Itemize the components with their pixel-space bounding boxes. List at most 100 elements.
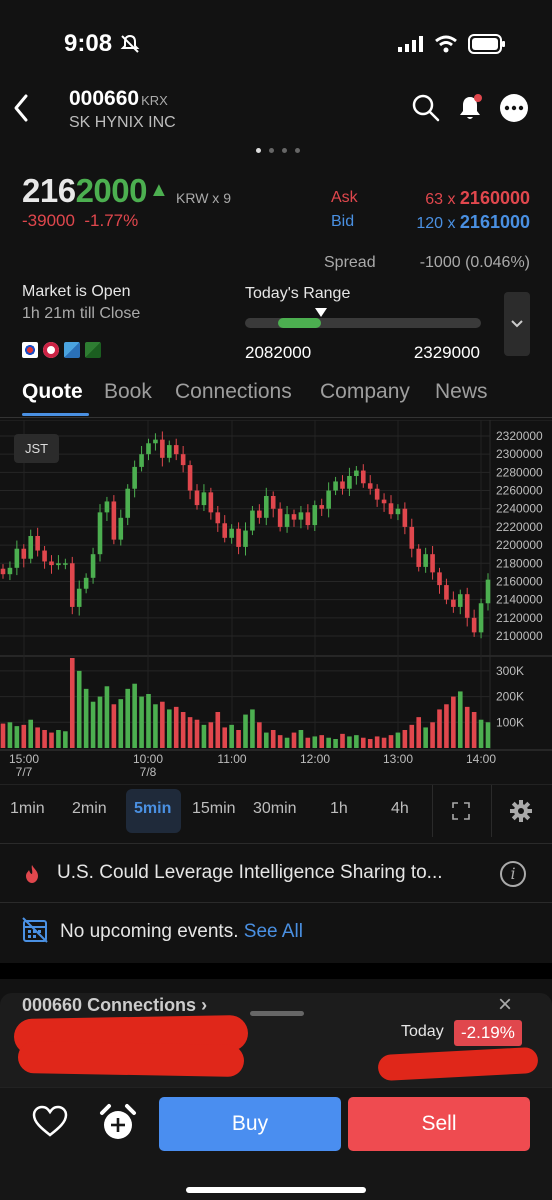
volume-bar (305, 737, 311, 748)
candle-body (28, 536, 34, 559)
timeframe-30min[interactable]: 30min (253, 800, 297, 818)
more-options-icon[interactable] (498, 92, 530, 124)
today-label: Today (401, 1023, 444, 1040)
tab-quote[interactable]: Quote (22, 380, 83, 404)
volume-bar (354, 735, 359, 748)
timeframe-2min[interactable]: 2min (72, 800, 107, 818)
volume-bar (132, 683, 137, 748)
flame-icon (26, 865, 38, 883)
volume-bar (180, 712, 186, 748)
info-icon[interactable]: i (500, 861, 526, 887)
gear-icon[interactable] (510, 800, 532, 822)
candle-body (485, 579, 491, 604)
news-headline-row[interactable]: U.S. Could Leverage Intelligence Sharing… (0, 843, 552, 903)
ask-label: Ask (331, 189, 358, 206)
volume-bar (257, 722, 262, 748)
back-icon[interactable] (8, 90, 38, 126)
sell-button[interactable]: Sell (348, 1097, 530, 1151)
candle-body (132, 466, 137, 489)
candle-body (298, 512, 304, 520)
alarm-add-icon[interactable] (98, 1103, 138, 1143)
candle-body (478, 603, 484, 633)
volume-bar (340, 733, 345, 748)
volume-bar (222, 727, 228, 748)
candle-body (326, 490, 331, 509)
bid-value: 120 x 2161000 (416, 212, 530, 232)
volume-bar (388, 735, 394, 748)
volume-bar (416, 717, 422, 748)
volume-bar (291, 732, 297, 748)
volume-tick-label: 300K (496, 664, 524, 678)
home-indicator (186, 1187, 366, 1193)
volume-bar (464, 706, 470, 748)
candle-body (430, 554, 435, 573)
tab-book[interactable]: Book (104, 380, 152, 404)
volume-bar (35, 727, 40, 748)
page-indicator[interactable] (256, 148, 300, 153)
candle-body (243, 530, 248, 547)
range-fill (278, 318, 321, 328)
redaction-mark (17, 1041, 245, 1077)
connections-sheet[interactable]: 000660 Connections › × Today -2.19% (0, 993, 552, 1087)
timeframe-1min[interactable]: 1min (10, 800, 45, 818)
candle-body (14, 548, 20, 568)
action-bar: Buy Sell (0, 1087, 552, 1200)
range-low: 2082000 (245, 343, 312, 362)
price-chart[interactable]: 2320000 2300000 2280000 2260000 2240000 22200… (0, 420, 552, 780)
notification-bell-icon[interactable] (454, 92, 486, 124)
candle-body (457, 594, 463, 607)
volume-bar (374, 736, 380, 748)
timeframe-4h[interactable]: 4h (391, 800, 409, 818)
volume-tick-label: 100K (496, 715, 524, 729)
today-change-badge: -2.19% (454, 1020, 522, 1046)
section-tabs: Quote Book Connections Company News (0, 372, 552, 418)
candle-body (423, 554, 428, 567)
buy-button[interactable]: Buy (159, 1097, 341, 1151)
volume-bar (125, 688, 131, 748)
volume-bar (284, 737, 290, 748)
tab-news[interactable]: News (435, 380, 488, 404)
volume-bar (118, 699, 124, 748)
company-name: SK HYNIX INC (69, 114, 176, 131)
news-headline[interactable]: U.S. Could Leverage Intelligence Sharing… (57, 862, 443, 884)
search-icon[interactable] (410, 92, 442, 124)
timeframe-1h[interactable]: 1h (330, 800, 348, 818)
expand-button[interactable] (504, 292, 530, 356)
signal-icon (398, 36, 423, 52)
time-tick-label: 12:00 (300, 752, 330, 766)
sheet-title[interactable]: 000660 Connections › (22, 995, 207, 1016)
candle-body (63, 563, 68, 565)
bell-slash-icon (120, 34, 140, 53)
active-tab-indicator (22, 413, 89, 416)
status-time: 9:08 (64, 30, 113, 57)
fullscreen-icon[interactable] (452, 802, 470, 820)
candle-body (340, 481, 345, 489)
see-all-link[interactable]: See All (244, 921, 303, 942)
close-icon[interactable]: × (498, 993, 512, 1019)
candle-body (270, 496, 276, 509)
market-flags (22, 342, 101, 358)
heart-icon[interactable] (31, 1104, 69, 1138)
tab-company[interactable]: Company (320, 380, 410, 404)
timezone-badge[interactable]: JST (14, 434, 60, 463)
volume-bar (201, 724, 207, 748)
candle-body (160, 439, 165, 458)
candle-body (42, 550, 47, 562)
volume-bar (402, 730, 408, 748)
candle-body (388, 503, 394, 515)
volume-bar (160, 701, 165, 748)
tab-connections[interactable]: Connections (175, 380, 292, 404)
timeframe-5min[interactable]: 5min (134, 800, 171, 818)
time-tick-label: 11:00 (217, 752, 246, 766)
sheet-handle[interactable] (250, 1011, 304, 1016)
candle-body (277, 508, 283, 527)
candle-body (416, 548, 422, 567)
candle-body (291, 514, 297, 520)
volume-bar (97, 696, 103, 748)
timeframe-15min[interactable]: 15min (192, 800, 236, 818)
candle-body (347, 476, 352, 489)
volume-bar (208, 722, 214, 748)
status-bar: 9:08 (0, 0, 552, 80)
candle-body (201, 492, 207, 506)
volume-bar (409, 724, 415, 748)
